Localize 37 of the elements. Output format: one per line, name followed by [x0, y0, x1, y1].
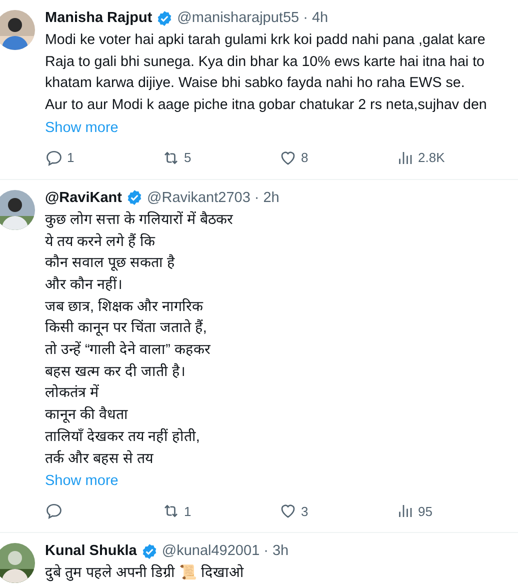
like-count: 3: [301, 504, 308, 519]
reply-count: 1: [67, 150, 74, 166]
repost-count: 1: [184, 504, 192, 519]
tweet-text-line: तो उन्हें “गाली देने वाला” कहकर: [45, 340, 212, 360]
tweet-text-line: किसी कानून पर चिंता जताते हैं,: [45, 318, 208, 338]
user-name[interactable]: Kunal Shukla: [45, 541, 137, 562]
repost-count: 5: [184, 150, 192, 166]
tweet-text-line: बहस खत्म कर दी जाती है।: [45, 362, 186, 382]
tweet-text-line: जब छात्र, शिक्षक और नागरिक: [45, 297, 204, 317]
reply-icon[interactable]: [45, 148, 63, 167]
tweet-text-line: Aur to aur Modi k aage piche itna gobar chatukar 2 rs neta,sujhav den: [45, 96, 488, 116]
view-count: 95: [418, 504, 432, 519]
tweet-text-line: लोकतंत्र में: [45, 383, 100, 404]
reply-icon[interactable]: [45, 502, 63, 520]
heart-icon[interactable]: [279, 148, 297, 167]
tweet-text-line: Modi ke voter hai apki tarah gulami krk koi padd nahi pana ,galat kare: [45, 31, 486, 50]
tweet-text-line: तालियाँ देखकर तय नहीं होती,: [45, 427, 201, 447]
tweet-text-line: कुछ लोग सत्ता के गलियारों में बैठकर: [45, 210, 234, 230]
timestamp[interactable]: · 2h: [254, 188, 280, 208]
user-name[interactable]: Manisha Rajput: [45, 8, 152, 28]
like-count: 8: [301, 150, 308, 166]
user-handle[interactable]: @manisharajput55: [177, 8, 300, 28]
tweet-text-line: कौन सवाल पूछ सकता है: [45, 253, 176, 274]
tweet-text-line: Raja to gali bhi sunega. Kya din bhar ka 10% ews karte hai itna hai to: [45, 52, 486, 72]
tweet-text-line: तर्क और बहस से तय: [45, 449, 154, 469]
timestamp[interactable]: · 4h: [303, 8, 328, 28]
user-name[interactable]: @RaviKant: [45, 188, 122, 208]
timestamp[interactable]: · 3h: [264, 541, 289, 562]
tweet-text-line: और कौन नहीं।: [45, 275, 123, 295]
tweet-text-line: कानून की वैधता: [45, 405, 129, 426]
user-handle[interactable]: @kunal492001: [162, 541, 260, 562]
tweet-text-line: ये तय करने लगे हैं कि: [45, 232, 156, 252]
user-handle[interactable]: @Ravikant2703: [147, 188, 250, 208]
tweet-text-line: दुबे तुम पहले अपनी डिग्री 📜 दिखाओ: [45, 563, 245, 584]
tweet-text-line: khatam karwa dijiye. Waise bhi sabko fayda nahi ho raha EWS se.: [45, 74, 466, 94]
heart-icon[interactable]: [279, 502, 297, 520]
view-count: 2.8K: [418, 150, 445, 166]
